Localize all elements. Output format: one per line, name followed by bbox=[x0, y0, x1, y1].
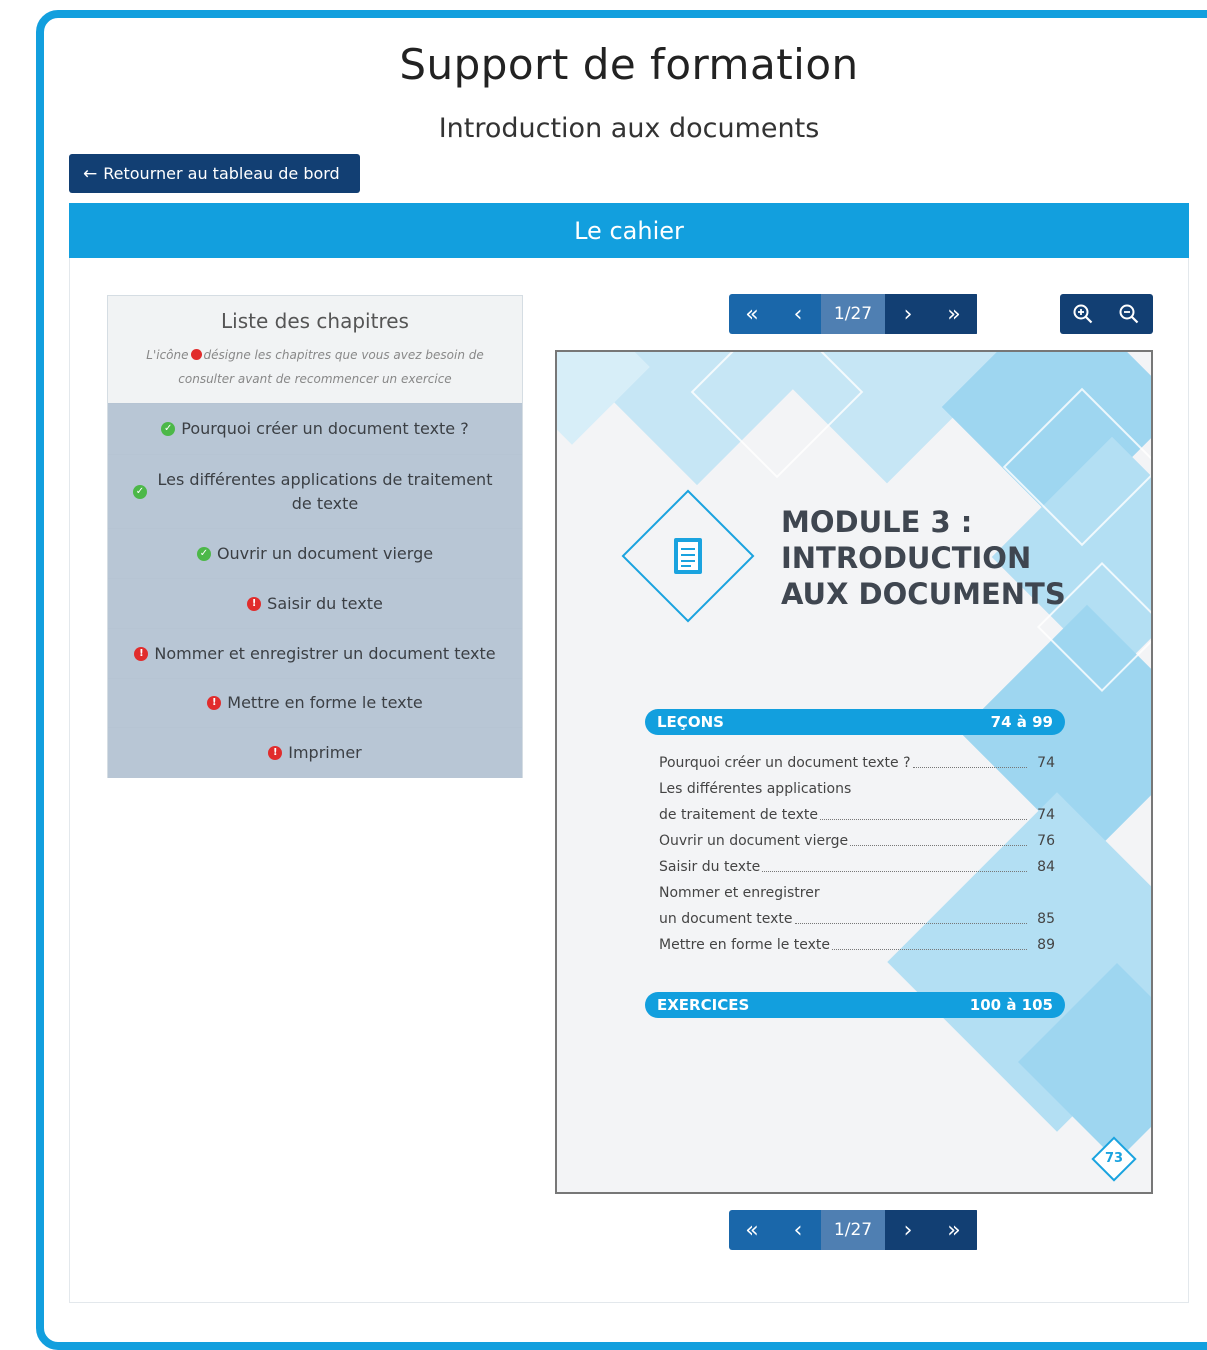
lessons-bar: LEÇONS 74 à 99 bbox=[645, 709, 1065, 735]
chapter-item[interactable]: ✓ Pourquoi créer un document texte ? bbox=[108, 403, 522, 454]
chapter-item[interactable]: ✓ Ouvrir un document vierge bbox=[108, 528, 522, 578]
chapter-item[interactable]: ! Nommer et enregistrer un document texte bbox=[108, 628, 522, 678]
exercises-range: 100 à 105 bbox=[969, 996, 1053, 1014]
chapter-item-label: Imprimer bbox=[288, 743, 362, 762]
prev-page-button[interactable]: ‹ bbox=[775, 294, 821, 334]
toc-leader bbox=[832, 948, 1027, 950]
first-page-button[interactable]: « bbox=[729, 294, 775, 334]
toc-leader bbox=[820, 818, 1027, 820]
toc-text: un document texte bbox=[659, 911, 793, 927]
pager-bottom: « ‹ 1/27 › » bbox=[729, 1210, 979, 1250]
chapter-item[interactable]: ! Saisir du texte bbox=[108, 578, 522, 628]
toc-row: un document texte 85 bbox=[659, 906, 1055, 932]
toc-page: 74 bbox=[1037, 755, 1055, 771]
chapter-item-label: Pourquoi créer un document texte ? bbox=[181, 419, 469, 438]
module-heading-line1: MODULE 3 : bbox=[781, 505, 973, 539]
toc-leader bbox=[794, 922, 1027, 924]
toc-row: de traitement de texte 74 bbox=[659, 802, 1055, 828]
zoom-in-icon bbox=[1073, 304, 1093, 324]
pager-top: « ‹ 1/27 › » bbox=[729, 294, 979, 334]
document-icon bbox=[674, 538, 702, 574]
toc-row: Pourquoi créer un document texte ? 74 bbox=[659, 750, 1055, 776]
page-subtitle: Introduction aux documents bbox=[438, 113, 820, 144]
back-button-label: Retourner au tableau de bord bbox=[103, 164, 340, 183]
toc-row: Saisir du texte 84 bbox=[659, 854, 1055, 880]
chapter-list-title: Liste des chapitres bbox=[221, 309, 409, 333]
module-heading-line2: INTRODUCTION bbox=[781, 541, 1032, 575]
zoom-controls bbox=[1060, 294, 1153, 334]
document-page: MODULE 3 : INTRODUCTION AUX DOCUMENTS LE… bbox=[555, 350, 1153, 1194]
page-counter: 1/27 bbox=[821, 1210, 885, 1250]
toc-text: de traitement de texte bbox=[659, 807, 819, 823]
warning-icon: ! bbox=[268, 746, 283, 760]
warning-icon: ! bbox=[247, 596, 262, 611]
zoom-out-button[interactable] bbox=[1106, 294, 1152, 334]
chapter-item-label: Mettre en forme le texte bbox=[227, 693, 423, 712]
prev-page-button[interactable]: ‹ bbox=[775, 1210, 821, 1250]
module-heading-line3: AUX DOCUMENTS bbox=[781, 577, 1066, 611]
chapter-item-label: Nommer et enregistrer un document texte bbox=[154, 643, 496, 663]
lessons-label: LEÇONS bbox=[657, 713, 724, 731]
toc-page: 76 bbox=[1037, 833, 1055, 849]
chapter-list: Liste des chapitres L'icône désigne les c… bbox=[107, 295, 523, 778]
toc-page: 74 bbox=[1037, 807, 1055, 823]
toc-text: Nommer et enregistrer bbox=[659, 885, 820, 901]
next-page-button[interactable]: › bbox=[885, 1210, 931, 1250]
check-circle-icon: ✓ bbox=[161, 422, 176, 436]
first-page-button[interactable]: « bbox=[729, 1210, 775, 1250]
next-page-button[interactable]: › bbox=[885, 294, 931, 334]
last-page-button[interactable]: » bbox=[931, 1210, 977, 1250]
warning-icon: ! bbox=[134, 646, 149, 661]
toc-text: Saisir du texte bbox=[659, 859, 761, 875]
exercises-label: EXERCICES bbox=[657, 996, 750, 1014]
toc-page: 89 bbox=[1037, 937, 1055, 953]
warning-icon bbox=[190, 349, 202, 360]
toc-text: Pourquoi créer un document texte ? bbox=[659, 755, 911, 771]
toc-leader bbox=[850, 844, 1027, 846]
chapter-item[interactable]: ✓ Les différentes applications de traitem… bbox=[108, 454, 522, 528]
module-heading: MODULE 3 : INTRODUCTION AUX DOCUMENTS bbox=[781, 504, 1066, 612]
toc-text: Ouvrir un document vierge bbox=[659, 833, 849, 849]
chapter-item[interactable]: ! Mettre en forme le texte bbox=[108, 678, 522, 727]
panel-title: Le cahier bbox=[69, 203, 1189, 258]
toc-page: 85 bbox=[1037, 911, 1055, 927]
arrow-left-icon: ← bbox=[83, 163, 98, 184]
toc-row: Nommer et enregistrer bbox=[659, 880, 1055, 906]
chapter-item[interactable]: ! Imprimer bbox=[108, 727, 522, 778]
back-to-dashboard-button[interactable]: ← Retourner au tableau de bord bbox=[69, 154, 360, 193]
toc-row: Les différentes applications bbox=[659, 776, 1055, 802]
toc-text: Mettre en forme le texte bbox=[659, 937, 831, 953]
exercises-bar: EXERCICES 100 à 105 bbox=[645, 992, 1065, 1018]
check-circle-icon: ✓ bbox=[196, 546, 211, 561]
toc-page: 84 bbox=[1037, 859, 1055, 875]
toc-row: Ouvrir un document vierge 76 bbox=[659, 828, 1055, 854]
chapter-item-label: Les différentes applications de traiteme… bbox=[157, 469, 493, 513]
toc-leader bbox=[762, 870, 1027, 872]
toc-row: Mettre en forme le texte 89 bbox=[659, 932, 1055, 958]
page-counter: 1/27 bbox=[821, 294, 885, 334]
chapter-list-header: Liste des chapitres L'icône désigne les c… bbox=[108, 296, 522, 403]
page-number: 73 bbox=[1104, 1151, 1124, 1166]
last-page-button[interactable]: » bbox=[931, 294, 977, 334]
page-title: Support de formation bbox=[399, 40, 859, 89]
zoom-in-button[interactable] bbox=[1060, 294, 1106, 334]
note-text-before: L'icône bbox=[146, 348, 189, 362]
check-circle-icon: ✓ bbox=[133, 484, 147, 499]
table-of-contents: Pourquoi créer un document texte ? 74 Les … bbox=[659, 750, 1055, 958]
note-text-after: désigne les chapitres que vous avez beso… bbox=[178, 348, 484, 386]
warning-icon: ! bbox=[207, 696, 222, 710]
toc-leader bbox=[912, 766, 1027, 768]
chapter-item-label: Ouvrir un document vierge bbox=[216, 543, 434, 563]
lessons-range: 74 à 99 bbox=[990, 713, 1053, 731]
toc-text: Les différentes applications bbox=[659, 781, 852, 797]
chapter-list-note: L'icône désigne les chapitres que vous av… bbox=[108, 343, 522, 391]
zoom-out-icon bbox=[1119, 304, 1139, 324]
chapter-item-label: Saisir du texte bbox=[267, 593, 383, 613]
